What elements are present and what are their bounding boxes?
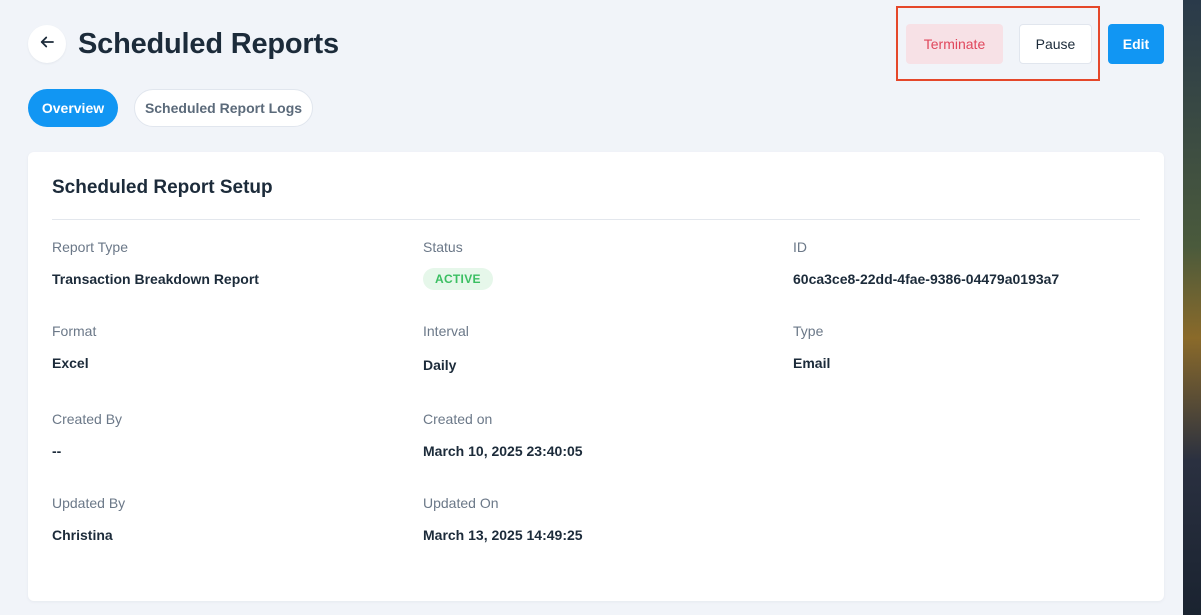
status-label: Status [423, 239, 463, 255]
format-label: Format [52, 323, 97, 339]
status-badge: ACTIVE [423, 268, 493, 290]
created-by-value: -- [52, 443, 62, 459]
card-divider [52, 219, 1140, 220]
terminate-button[interactable]: Terminate [906, 24, 1003, 64]
updated-by-value: Christina [52, 527, 113, 543]
created-on-value: March 10, 2025 23:40:05 [423, 443, 583, 459]
page-title: Scheduled Reports [78, 28, 339, 60]
created-on-label: Created on [423, 411, 493, 427]
report-type-value: Transaction Breakdown Report [52, 271, 259, 287]
pause-button[interactable]: Pause [1019, 24, 1092, 64]
format-value: Excel [52, 355, 89, 371]
updated-on-value: March 13, 2025 14:49:25 [423, 527, 583, 543]
edit-button[interactable]: Edit [1108, 24, 1164, 64]
type-value: Email [793, 355, 831, 371]
updated-on-label: Updated On [423, 495, 499, 511]
background-edge [1183, 0, 1201, 615]
interval-label: Interval [423, 323, 469, 339]
tab-overview[interactable]: Overview [28, 89, 118, 127]
id-value: 60ca3ce8-22dd-4fae-9386-04479a0193a7 [793, 271, 1060, 287]
interval-value: Daily [423, 357, 457, 373]
type-label: Type [793, 323, 824, 339]
report-type-label: Report Type [52, 239, 129, 255]
scheduled-report-setup-card: Scheduled Report Setup Report Type Trans… [28, 152, 1164, 601]
id-label: ID [793, 239, 807, 255]
created-by-label: Created By [52, 411, 123, 427]
updated-by-label: Updated By [52, 495, 126, 511]
tab-scheduled-report-logs[interactable]: Scheduled Report Logs [134, 89, 313, 127]
arrow-left-icon [38, 33, 56, 56]
back-button[interactable] [28, 25, 66, 63]
card-title: Scheduled Report Setup [52, 177, 273, 198]
